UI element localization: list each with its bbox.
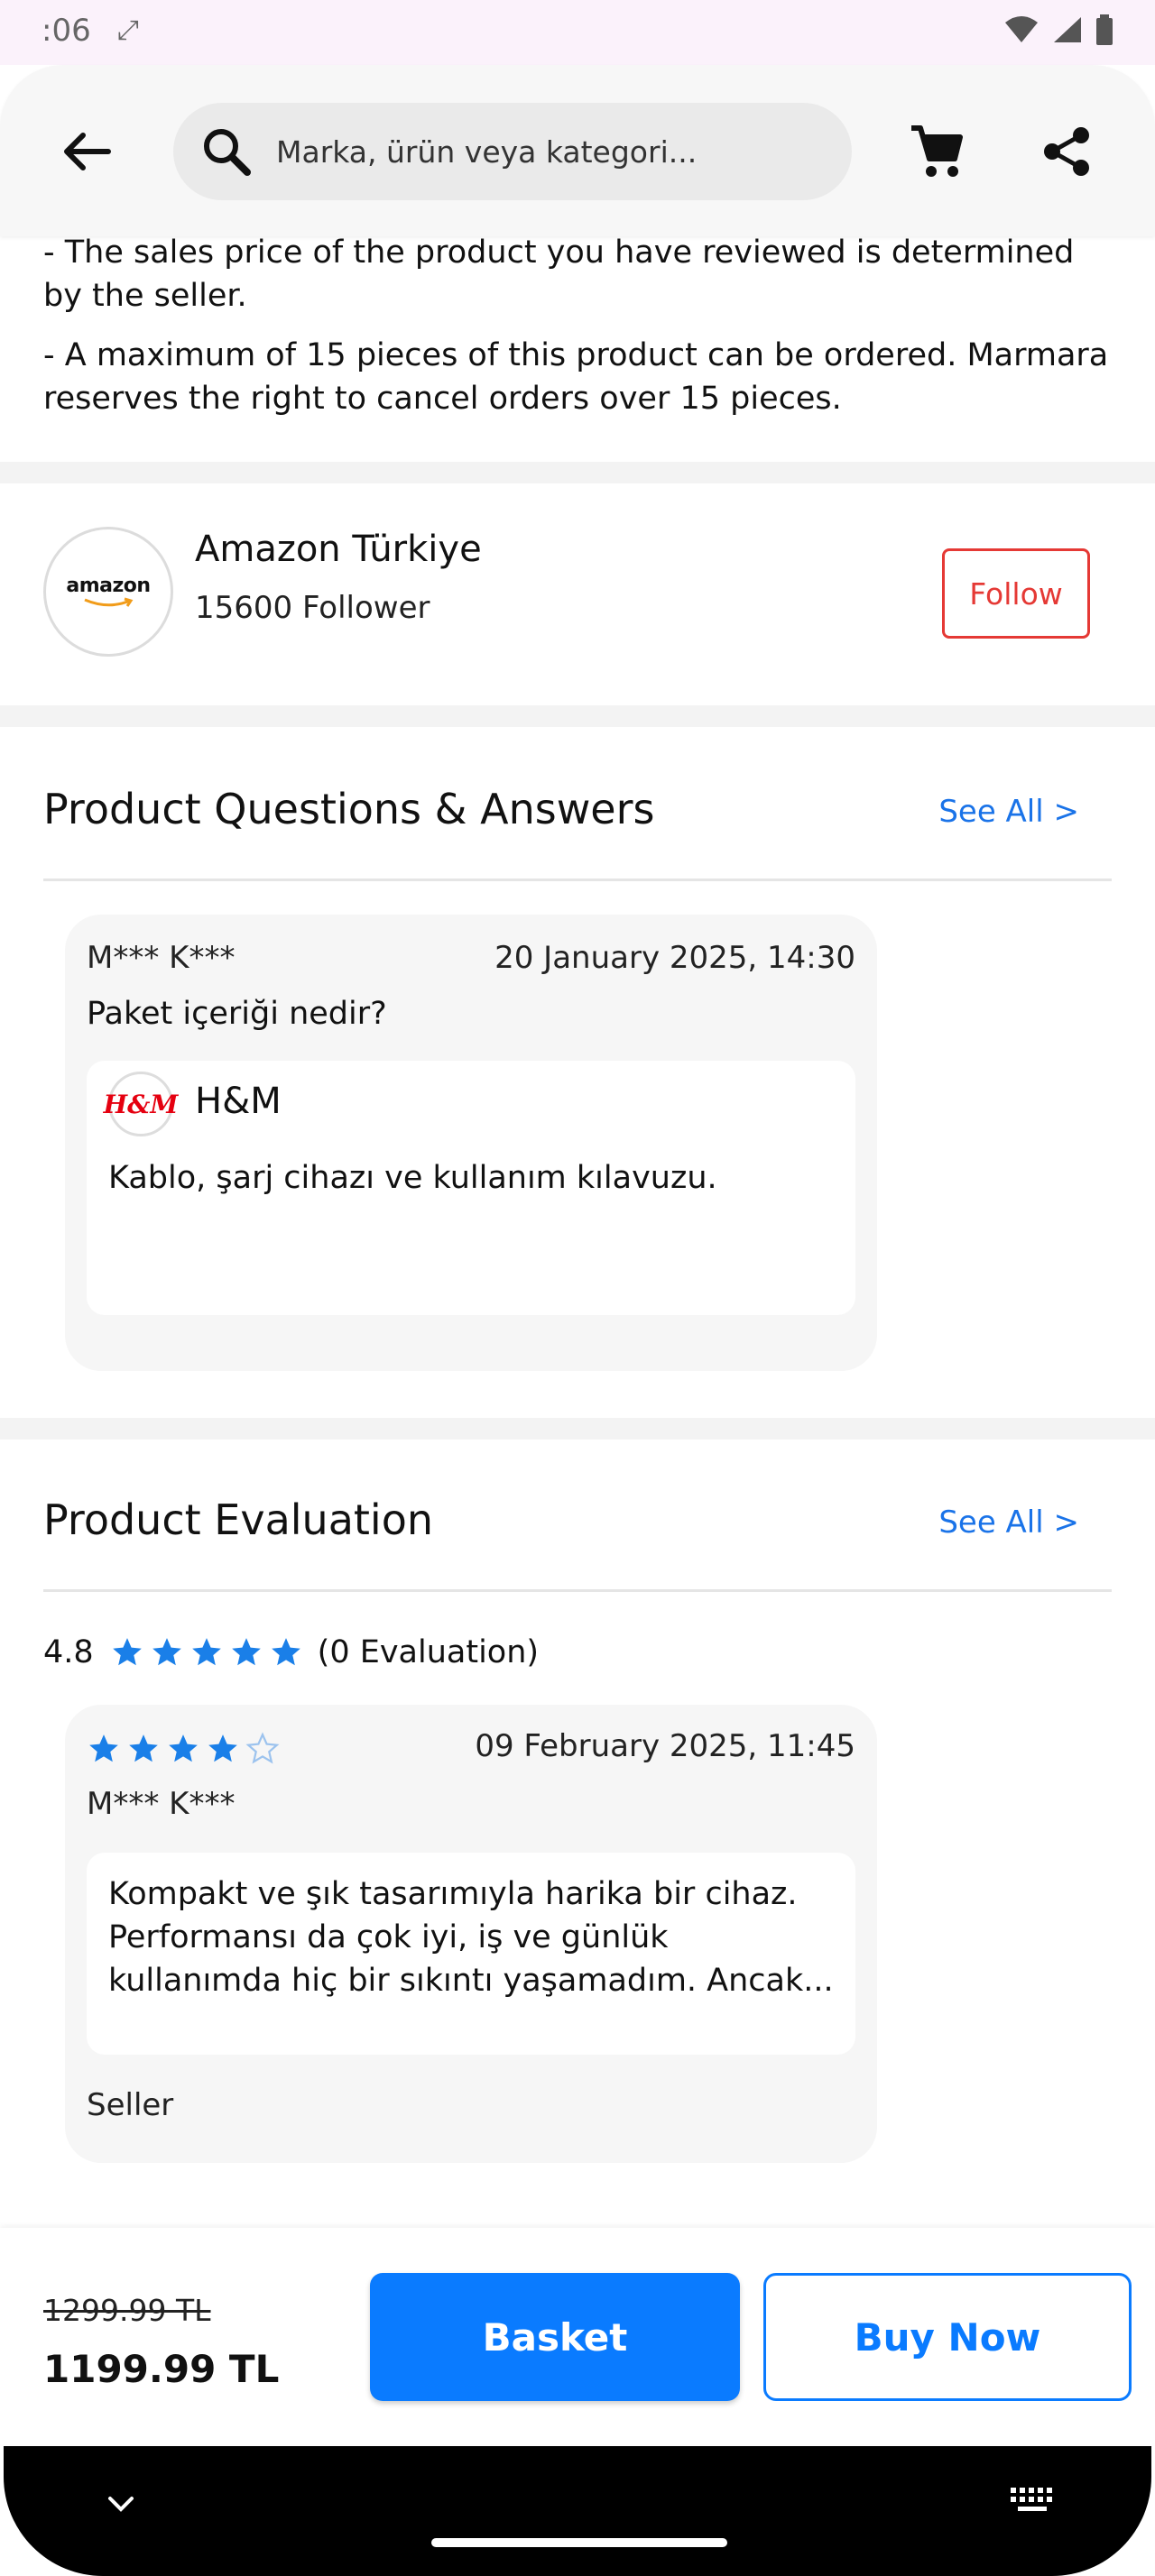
qa-title: Product Questions & Answers	[43, 785, 655, 833]
keyboard-icon[interactable]	[1007, 2482, 1058, 2518]
seller-card[interactable]: amazon Amazon Türkiye 15600 Follower Fol…	[0, 483, 1155, 705]
rating-count: (0 Evaluation)	[317, 1634, 540, 1670]
star-filled-icon	[271, 1638, 300, 1666]
star-filled-icon	[208, 1734, 237, 1762]
star-filled-icon	[231, 1638, 261, 1666]
nav-hide-button[interactable]	[101, 2484, 141, 2524]
buy-now-button[interactable]: Buy Now	[763, 2273, 1132, 2401]
review-date: 09 February 2025, 11:45	[475, 1728, 855, 1764]
evaluation-see-all-link[interactable]: See All >	[938, 1504, 1079, 1541]
qa-see-all-link[interactable]: See All >	[938, 794, 1079, 830]
evaluation-title: Product Evaluation	[43, 1495, 433, 1544]
expand-icon: ⤢	[117, 14, 139, 46]
hm-logo: H&M	[104, 1072, 178, 1136]
rating-average: 4.8	[43, 1634, 94, 1670]
search-bar[interactable]	[173, 103, 852, 200]
qa-answer-brand: H&M	[195, 1081, 282, 1122]
review-stars	[87, 1732, 280, 1766]
rating-summary: 4.8 (0 Evaluation)	[43, 1634, 539, 1670]
section-divider	[0, 462, 1155, 483]
review-text: Kompakt ve şık tasarımıyla harika bir ci…	[108, 1876, 834, 1999]
note-quantity: - A maximum of 15 pieces of this product…	[43, 337, 1109, 417]
status-icons	[1003, 14, 1113, 45]
seller-logo-text: amazon	[66, 574, 151, 597]
amazon-smile-icon	[84, 597, 134, 607]
old-price: 1299.99 TL	[43, 2293, 211, 2328]
arrow-back-icon	[64, 133, 111, 170]
status-bar: :06 ⤢	[0, 0, 1155, 65]
qa-date: 20 January 2025, 14:30	[494, 940, 855, 976]
review-user: M*** K***	[87, 1786, 236, 1822]
signal-icon	[1054, 17, 1081, 42]
star-filled-icon	[89, 1734, 118, 1762]
qa-divider	[43, 879, 1112, 881]
wifi-icon	[1005, 16, 1038, 42]
system-nav-bar	[4, 2446, 1151, 2576]
bottom-price-bar: 1299.99 TL 1199.99 TL Basket Buy Now	[0, 2228, 1155, 2444]
cart-button[interactable]	[899, 114, 975, 189]
current-price: 1199.99 TL	[43, 2347, 280, 2391]
review-source: Seller	[87, 2087, 174, 2123]
qa-answer-box: H&M H&M Kablo, şarj cihazı ve kullanım k…	[87, 1061, 855, 1315]
seller-followers: 15600 Follower	[195, 590, 430, 626]
status-time: :06	[42, 13, 91, 49]
star-filled-icon	[112, 1638, 142, 1666]
rating-stars	[110, 1635, 303, 1670]
review-card[interactable]: 09 February 2025, 11:45 M*** K*** Kompak…	[65, 1705, 877, 2163]
star-filled-icon	[191, 1638, 221, 1666]
product-notes: - The sales price of the product you hav…	[43, 231, 1117, 437]
share-icon	[1044, 127, 1089, 176]
star-filled-icon	[169, 1734, 198, 1762]
add-to-basket-button[interactable]: Basket	[370, 2273, 740, 2401]
star-filled-icon	[129, 1734, 158, 1762]
star-filled-icon	[152, 1638, 181, 1666]
star-empty-icon	[245, 1732, 280, 1764]
qa-answer-text: Kablo, şarj cihazı ve kullanım kılavuzu.	[108, 1160, 717, 1196]
home-handle[interactable]	[431, 2538, 727, 2547]
chevron-down-icon	[108, 2497, 134, 2512]
qa-question: Paket içeriği nedir?	[87, 996, 387, 1032]
section-divider	[0, 1418, 1155, 1440]
follow-button[interactable]: Follow	[942, 548, 1090, 639]
evaluation-divider	[43, 1589, 1112, 1592]
battery-icon	[1096, 14, 1113, 45]
seller-name: Amazon Türkiye	[195, 529, 482, 570]
seller-logo: amazon	[43, 527, 173, 657]
search-input[interactable]	[276, 133, 781, 170]
hm-logo-text: H&M	[103, 1089, 179, 1119]
cart-icon	[911, 125, 963, 177]
back-button[interactable]	[51, 115, 123, 188]
qa-user: M*** K***	[87, 940, 236, 976]
search-icon	[204, 129, 251, 176]
note-price: - The sales price of the product you hav…	[43, 235, 1075, 314]
share-button[interactable]	[1029, 114, 1104, 189]
qa-card[interactable]: M*** K*** 20 January 2025, 14:30 Paket i…	[65, 915, 877, 1371]
section-divider	[0, 705, 1155, 727]
review-body: Kompakt ve şık tasarımıyla harika bir ci…	[87, 1853, 855, 2055]
